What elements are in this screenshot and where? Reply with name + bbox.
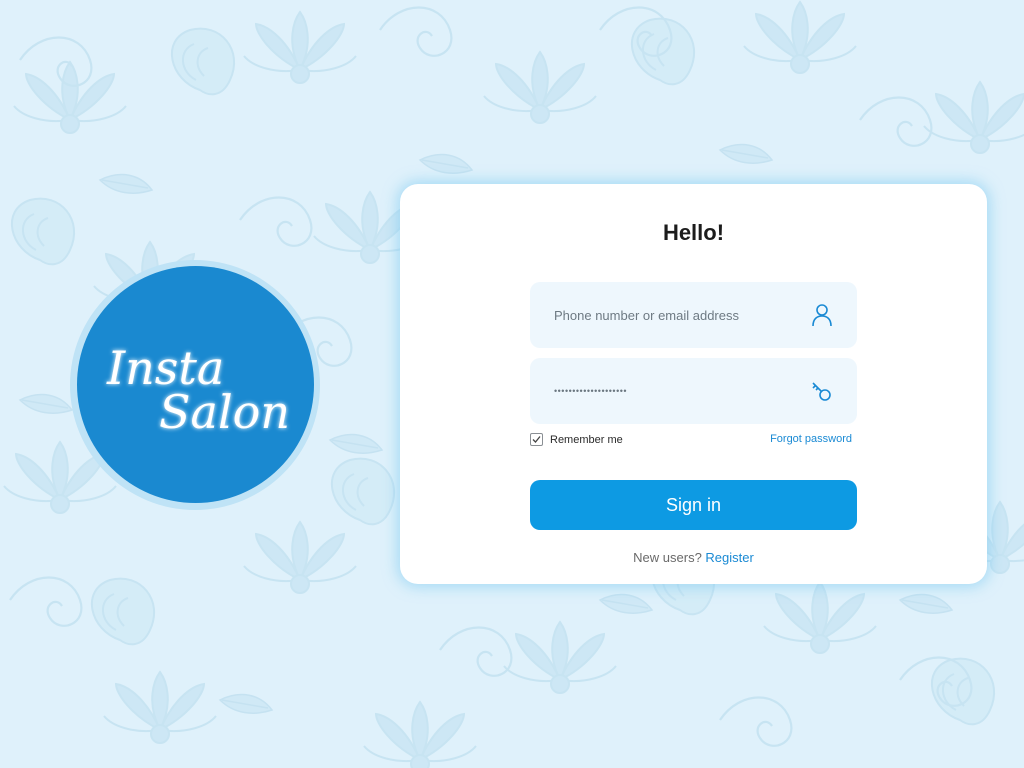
password-field	[530, 358, 857, 424]
logo: Insta Salon	[70, 260, 320, 510]
logo-text-line2: Salon	[159, 385, 290, 439]
remember-me-label: Remember me	[550, 433, 623, 446]
login-options: Remember me Forgot password	[530, 433, 857, 449]
forgot-password-link[interactable]: Forgot password	[770, 433, 852, 445]
sign-in-button[interactable]: Sign in	[530, 480, 857, 530]
username-field	[530, 282, 857, 348]
logo-wordmark: Insta Salon	[106, 341, 290, 439]
login-screen: Insta Salon Hello! Phone number or email…	[0, 0, 1024, 768]
key-icon	[812, 382, 831, 401]
remember-me-checkbox[interactable]: Remember me	[530, 433, 623, 446]
register-prompt: New users? Register	[400, 550, 987, 565]
login-card: Hello! R	[400, 184, 987, 584]
register-link[interactable]: Register	[705, 550, 753, 565]
check-icon	[532, 436, 541, 443]
user-icon	[812, 304, 832, 327]
username-input[interactable]	[530, 282, 814, 348]
password-input[interactable]	[530, 358, 814, 424]
page-title: Hello!	[662, 220, 725, 245]
checkbox-box[interactable]	[530, 433, 543, 446]
logo-circle: Insta Salon	[77, 266, 314, 503]
new-users-text: New users?	[633, 550, 702, 565]
